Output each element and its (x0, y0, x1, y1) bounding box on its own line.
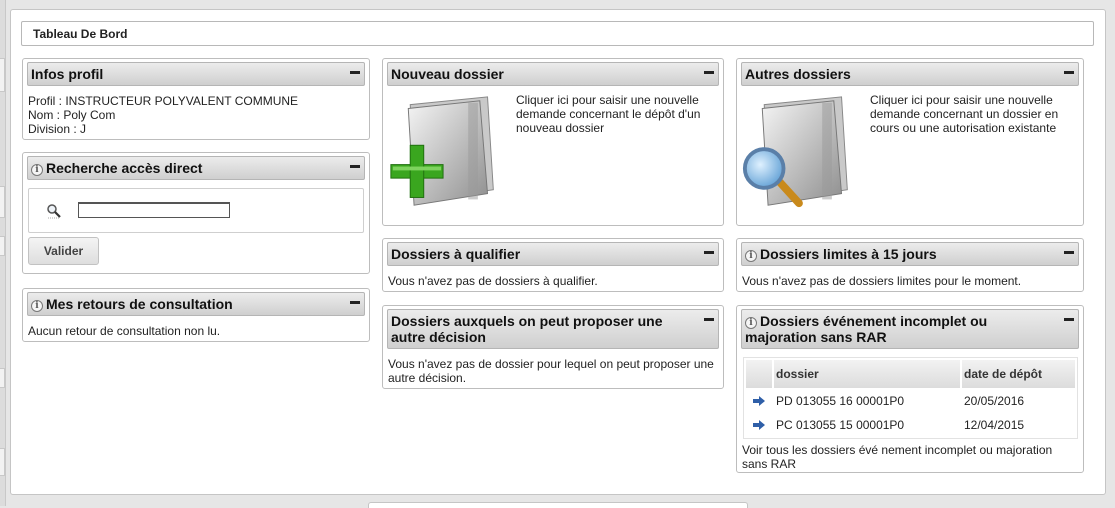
widget-dossiers-limites: i Dossiers limites à 15 jours Vous n'avez… (736, 238, 1084, 292)
arrow-right-icon[interactable] (753, 396, 765, 406)
info-icon[interactable]: i (31, 164, 43, 176)
table-header-icon (746, 360, 772, 388)
widget-evenement-incomplet: i Dossiers événement incomplet ou majorat… (736, 305, 1084, 473)
collapse-icon[interactable] (350, 301, 360, 304)
widget-header[interactable]: Infos profil (27, 62, 365, 86)
cell-date: 20/05/2016 (964, 394, 1025, 408)
search-box (28, 188, 364, 233)
widget-header[interactable]: Autres dossiers (741, 62, 1079, 86)
widget-title: Dossiers à qualifier (391, 246, 521, 262)
widget-infos-profil: Infos profil Profil : INSTRUCTEUR POLYVA… (22, 58, 370, 140)
new-folder-icon[interactable] (387, 93, 503, 213)
dossiers-table: dossier date de dépôt PD 013055 16 00001… (744, 358, 1077, 438)
search-icon (47, 204, 61, 219)
cell-date: 12/04/2015 (964, 418, 1025, 432)
widget-header[interactable]: Nouveau dossier (387, 62, 719, 86)
info-icon[interactable]: i (745, 250, 757, 262)
info-icon[interactable]: i (31, 300, 43, 312)
widget-dossiers-a-qualifier: Dossiers à qualifier Vous n'avez pas de … (382, 238, 724, 292)
page-title: Tableau De Bord (21, 21, 1094, 46)
left-sidebar-strip (0, 0, 6, 506)
collapse-icon[interactable] (704, 251, 714, 254)
a-qualifier-message: Vous n'avez pas de dossiers à qualifier. (388, 274, 598, 288)
table-header-date[interactable]: date de dépôt (962, 360, 1075, 388)
collapse-icon[interactable] (704, 318, 714, 321)
widget-autres-dossiers: Autres dossiers Cliquer ici pour saisir … (736, 58, 1084, 226)
widget-title: Nouveau dossier (391, 66, 504, 82)
retours-message: Aucun retour de consultation non lu. (28, 324, 221, 338)
row-action[interactable] (746, 414, 772, 436)
widget-title: Dossiers limites à 15 jours (760, 246, 937, 262)
collapse-icon[interactable] (1064, 251, 1074, 254)
widget-header[interactable]: i Dossiers événement incomplet ou majorat… (741, 309, 1079, 349)
widget-title: Recherche accès direct (46, 160, 203, 176)
collapse-icon[interactable] (1064, 318, 1074, 321)
widget-nouveau-dossier: Nouveau dossier Cliquer ici pour saisir … (382, 58, 724, 226)
cell-dossier[interactable]: PC 013055 15 00001P0 (774, 414, 960, 436)
sidebar-tab[interactable] (0, 448, 5, 476)
table-row[interactable]: PD 013055 16 00001P0 20/05/2016 (746, 390, 1075, 412)
sidebar-tab[interactable] (0, 236, 5, 256)
info-icon[interactable]: i (745, 317, 757, 329)
nouveau-dossier-text[interactable]: Cliquer ici pour saisir une nouvelle dem… (516, 93, 716, 135)
autre-decision-message: Vous n'avez pas de dossier pour lequel o… (388, 357, 714, 385)
dashboard-frame: Tableau De Bord Infos profil Profil : IN… (10, 9, 1106, 495)
voir-tous-link[interactable]: Voir tous les dossiers évé nement incomp… (742, 443, 1078, 471)
cell-dossier[interactable]: PD 013055 16 00001P0 (774, 390, 960, 412)
autres-dossiers-text[interactable]: Cliquer ici pour saisir une nouvelle dem… (870, 93, 1075, 135)
sidebar-tab[interactable] (0, 368, 5, 388)
search-folder-icon[interactable] (741, 93, 857, 213)
sidebar-tab[interactable] (0, 58, 5, 92)
arrow-right-icon[interactable] (753, 420, 765, 430)
search-input[interactable] (78, 202, 230, 218)
row-action[interactable] (746, 390, 772, 412)
widget-header[interactable]: i Dossiers limites à 15 jours (741, 242, 1079, 266)
widget-header[interactable]: Dossiers à qualifier (387, 242, 719, 266)
widget-title: Infos profil (31, 66, 104, 82)
valider-button[interactable]: Valider (28, 237, 99, 265)
collapse-icon[interactable] (704, 71, 714, 74)
widget-header[interactable]: Dossiers auxquels on peut proposer une a… (387, 309, 719, 349)
collapse-icon[interactable] (350, 165, 360, 168)
limites-message: Vous n'avez pas de dossiers limites pour… (742, 274, 1022, 288)
sidebar-tab[interactable] (0, 186, 5, 218)
division-text: Division : J (28, 122, 87, 136)
widget-title: Dossiers événement incomplet ou majorati… (745, 313, 988, 345)
collapse-icon[interactable] (350, 71, 360, 74)
profil-text: Profil : INSTRUCTEUR POLYVALENT COMMUNE (28, 94, 299, 108)
widget-autre-decision: Dossiers auxquels on peut proposer une a… (382, 305, 724, 389)
widget-recherche: i Recherche accès direct Valider (22, 152, 370, 274)
nom-text: Nom : Poly Com (28, 108, 116, 122)
widget-title: Autres dossiers (745, 66, 851, 82)
widget-header[interactable]: i Mes retours de consultation (27, 292, 365, 316)
widget-retours-consultation: i Mes retours de consultation Aucun retou… (22, 288, 370, 342)
collapse-icon[interactable] (1064, 71, 1074, 74)
table-row[interactable]: PC 013055 15 00001P0 12/04/2015 (746, 414, 1075, 436)
dossiers-table-wrap: dossier date de dépôt PD 013055 16 00001… (743, 357, 1078, 439)
table-header-dossier[interactable]: dossier (774, 360, 960, 388)
bottom-panel-tab[interactable] (368, 502, 748, 508)
widget-header[interactable]: i Recherche accès direct (27, 156, 365, 180)
widget-title: Dossiers auxquels on peut proposer une a… (391, 313, 663, 345)
widget-title: Mes retours de consultation (46, 296, 233, 312)
